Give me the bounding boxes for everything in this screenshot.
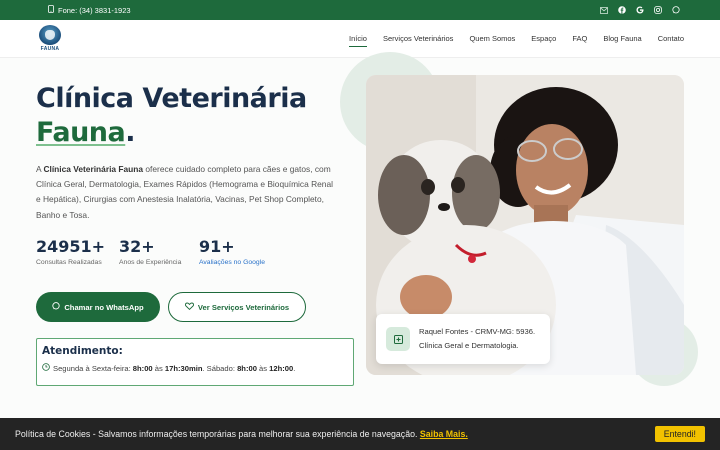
vet-specialty: Clínica Geral e Dermatologia. [419,341,519,350]
services-button-label: Ver Serviços Veterinários [197,302,290,312]
hero-title-line1: Clínica Veterinária [36,83,307,114]
instagram-icon[interactable] [654,6,662,14]
stat-label: Anos de Experiência [119,259,182,266]
weekday-label: Segunda à Sexta-feira: [53,363,133,373]
medical-icon [386,327,410,351]
main-nav: Início Serviços Veterinários Quem Somos … [349,31,684,47]
nav-item-quem-somos[interactable]: Quem Somos [469,31,515,46]
stat-number: 24951+ [36,237,106,256]
stat-number: 32+ [119,237,155,256]
google-icon[interactable] [636,6,644,14]
nav-item-inicio[interactable]: Início [349,31,367,47]
hours-box: Atendimento: Segunda à Sexta-feira: 8h:0… [36,338,354,386]
top-bar: Fone: (34) 3831-1923 [0,0,720,20]
heart-paw-icon [184,302,194,312]
stat-consultas: 24951+ Consultas Realizadas [36,237,119,266]
vet-name: Raquel Fontes - CRMV-MG: 5936. [419,327,536,336]
stat-number: 91+ [199,237,235,256]
logo-text: FAUNA [40,45,60,52]
hours-row: Segunda à Sexta-feira: 8h:00 às 17h:30mi… [42,363,348,373]
nav-item-servicos[interactable]: Serviços Veterinários [383,31,453,46]
cookie-text: Política de Cookies - Salvamos informaçõ… [15,429,418,439]
whatsapp-button-label: Chamar no WhatsApp [64,302,144,312]
facebook-icon[interactable] [618,6,626,14]
vet-info-card: Raquel Fontes - CRMV-MG: 5936. Clínica G… [376,314,550,364]
nav-item-blog[interactable]: Blog Fauna [603,31,641,46]
logo-emblem-icon [39,24,61,45]
stat-anos: 32+ Anos de Experiência [119,237,199,266]
hours-title: Atendimento: [42,345,123,357]
cookie-accept-button[interactable]: Entendi! [654,426,705,442]
hero-title-dot: . [125,117,136,148]
site-header: FAUNA Início Serviços Veterinários Quem … [0,20,720,58]
saturday-sep: às [256,363,270,373]
saturday-open: 8h:00 [237,363,257,373]
whatsapp-icon[interactable] [672,6,680,14]
phone-text: Fone: (34) 3831-1923 [58,5,131,15]
saturday-close: 12h:00 [269,363,294,373]
services-button[interactable]: Ver Serviços Veterinários [168,292,306,322]
stat-label-link[interactable]: Avaliações no Google [199,259,289,266]
stat-label: Consultas Realizadas [36,259,102,266]
nav-item-espaco[interactable]: Espaço [531,31,556,46]
phone-info[interactable]: Fone: (34) 3831-1923 [48,5,131,15]
stats-row: 24951+ Consultas Realizadas 32+ Anos de … [36,237,289,266]
phone-icon [48,5,54,15]
hero-intro: A Clínica Veterinária Fauna oferece cuid… [36,162,336,223]
social-links [600,6,680,14]
saturday-label: . Sábado: [202,363,238,373]
clinic-logo[interactable]: FAUNA [38,24,62,53]
clock-icon [42,363,50,373]
weekday-close: 17h:30min [164,363,203,373]
nav-item-faq[interactable]: FAQ [572,31,587,46]
intro-clinic-name: Clínica Veterinária Fauna [43,164,144,174]
cookie-banner: Política de Cookies - Salvamos informaçõ… [0,418,720,450]
weekday-open: 8h:00 [132,363,153,373]
hero-title: Clínica Veterinária Fauna. [36,82,307,150]
whatsapp-icon [52,302,60,312]
stat-avaliacoes[interactable]: 91+ Avaliações no Google [199,237,289,266]
cookie-more-link[interactable]: Saiba Mais. [420,429,468,439]
cookie-message: Política de Cookies - Salvamos informaçõ… [15,429,468,439]
hero-title-highlight: Fauna [36,117,126,148]
hours-end: . [293,363,296,373]
nav-item-contato[interactable]: Contato [658,31,684,46]
mail-icon[interactable] [600,6,608,14]
whatsapp-button[interactable]: Chamar no WhatsApp [36,292,160,322]
weekday-sep: às [152,363,165,373]
